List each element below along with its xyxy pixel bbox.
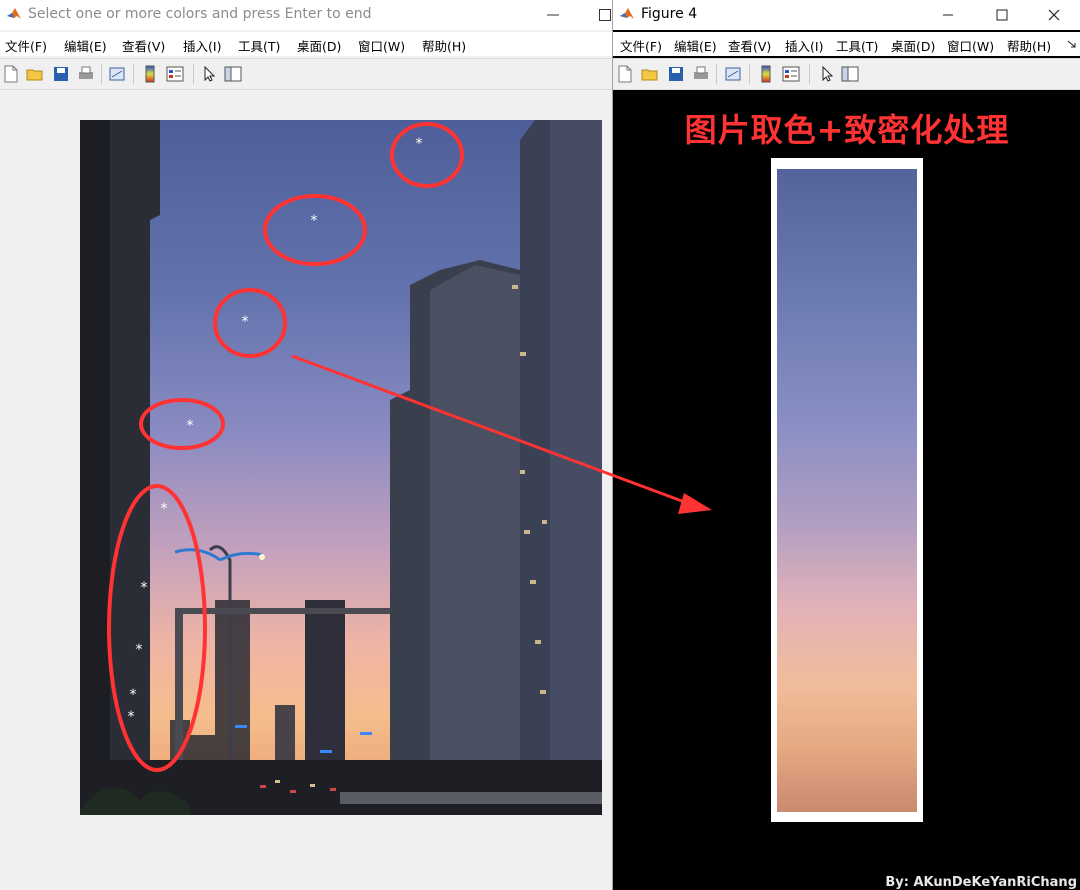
figure-title: 图片取色+致密化处理 <box>684 111 1010 149</box>
menu-edit[interactable]: 编辑(E) <box>64 36 107 55</box>
svg-text:*: * <box>128 709 135 725</box>
open-file-icon[interactable] <box>26 65 44 83</box>
matlab-logo-icon <box>619 6 635 22</box>
menu-file[interactable]: 文件(F) <box>5 36 47 55</box>
menu-edit[interactable]: 编辑(E) <box>674 36 717 55</box>
link-plot-icon[interactable] <box>108 65 126 83</box>
minimize-icon[interactable] <box>546 8 560 22</box>
svg-text:*: * <box>242 314 249 330</box>
sunset-city-image: * * * * * * * * * <box>80 120 602 815</box>
toolbar <box>0 58 612 90</box>
menu-insert[interactable]: 插入(I) <box>785 36 823 55</box>
toolbar-separator <box>749 64 750 84</box>
print-icon[interactable] <box>692 65 710 83</box>
save-icon[interactable] <box>667 65 685 83</box>
pointer-icon[interactable] <box>818 65 836 83</box>
menu-desktop[interactable]: 桌面(D) <box>891 36 935 55</box>
legend-icon[interactable] <box>782 65 800 83</box>
colorbar-icon[interactable] <box>141 65 159 83</box>
svg-text:*: * <box>311 213 318 229</box>
maximize-icon[interactable] <box>598 8 612 22</box>
menu-help[interactable]: 帮助(H) <box>422 36 466 55</box>
toolbar-separator <box>716 64 717 84</box>
toolbar-separator <box>193 64 194 84</box>
menu-bar: 文件(F) 编辑(E) 查看(V) 插入(I) 工具(T) 桌面(D) 窗口(W… <box>0 32 612 56</box>
new-figure-icon[interactable] <box>2 65 20 83</box>
title-bar[interactable]: Figure 4 <box>613 0 1080 30</box>
color-picker-window: Select one or more colors and press Ente… <box>0 0 612 890</box>
menu-help[interactable]: 帮助(H) <box>1007 36 1051 55</box>
window-title: Figure 4 <box>641 6 698 22</box>
menu-overflow-icon[interactable] <box>1067 39 1077 49</box>
menu-file[interactable]: 文件(F) <box>620 36 662 55</box>
matlab-logo-icon <box>6 6 22 22</box>
window-title: Select one or more colors and press Ente… <box>28 6 372 22</box>
new-figure-icon[interactable] <box>616 65 634 83</box>
menu-view[interactable]: 查看(V) <box>728 36 771 55</box>
svg-text:*: * <box>416 136 423 152</box>
pointer-icon[interactable] <box>200 65 218 83</box>
svg-text:*: * <box>130 687 137 703</box>
svg-text:*: * <box>141 580 148 596</box>
menu-insert[interactable]: 插入(I) <box>183 36 221 55</box>
open-file-icon[interactable] <box>641 65 659 83</box>
svg-text:*: * <box>187 418 194 434</box>
close-icon[interactable] <box>1043 4 1065 26</box>
menu-window[interactable]: 窗口(W) <box>947 36 994 55</box>
maximize-icon[interactable] <box>991 4 1013 26</box>
densified-color-bar[interactable] <box>777 169 917 812</box>
toolbar-separator <box>133 64 134 84</box>
menu-view[interactable]: 查看(V) <box>122 36 165 55</box>
figure-4-window: Figure 4 文件(F) 编辑(E) 查看(V) 插入(I) 工具(T) 桌… <box>612 0 1080 890</box>
menu-tools[interactable]: 工具(T) <box>238 36 280 55</box>
author-credit: By: AKunDeKeYanRiChang <box>885 875 1077 890</box>
link-plot-icon[interactable] <box>724 65 742 83</box>
property-editor-icon[interactable] <box>841 65 859 83</box>
property-editor-icon[interactable] <box>224 65 242 83</box>
toolbar-separator <box>101 64 102 84</box>
minimize-icon[interactable] <box>937 4 959 26</box>
menu-window[interactable]: 窗口(W) <box>358 36 405 55</box>
menu-bar: 文件(F) 编辑(E) 查看(V) 插入(I) 工具(T) 桌面(D) 窗口(W… <box>613 32 1080 56</box>
title-bar[interactable]: Select one or more colors and press Ente… <box>0 0 612 30</box>
toolbar-separator <box>809 64 810 84</box>
svg-text:*: * <box>161 501 168 517</box>
colorbar-icon[interactable] <box>757 65 775 83</box>
print-icon[interactable] <box>77 65 95 83</box>
menu-desktop[interactable]: 桌面(D) <box>297 36 341 55</box>
source-photo[interactable]: * * * * * * * * * <box>80 120 602 815</box>
svg-text:*: * <box>136 642 143 658</box>
legend-icon[interactable] <box>166 65 184 83</box>
menu-tools[interactable]: 工具(T) <box>836 36 878 55</box>
gradient-frame <box>771 158 923 822</box>
save-icon[interactable] <box>52 65 70 83</box>
toolbar <box>613 58 1080 90</box>
